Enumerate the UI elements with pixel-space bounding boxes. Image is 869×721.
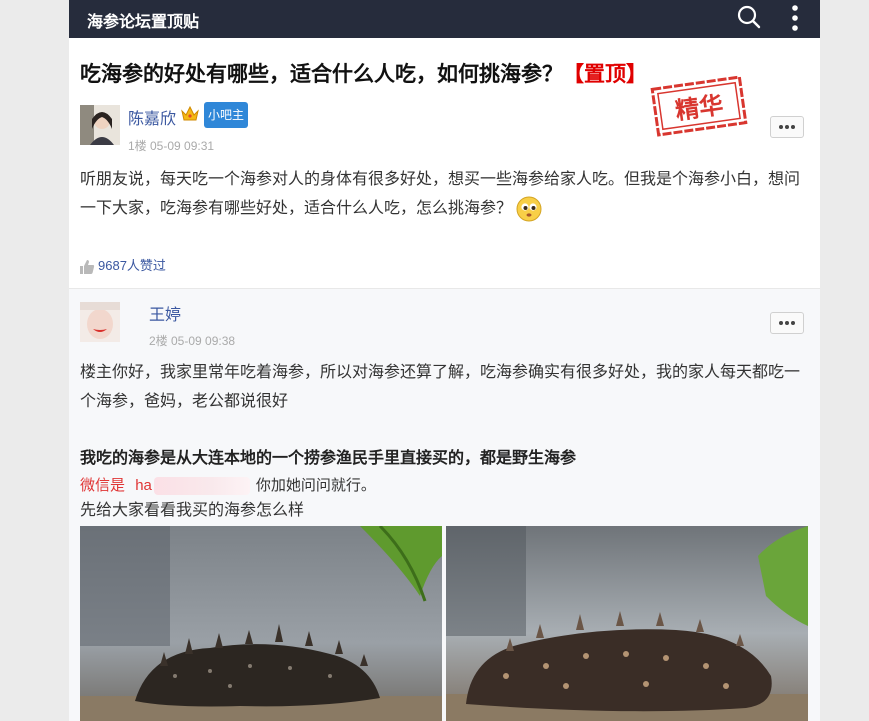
stamp-text: 精华 (674, 91, 725, 125)
pinned-tag: 【置顶】 (563, 63, 647, 86)
like-button[interactable]: 9687人赞过 (79, 255, 166, 275)
page: 海参论坛置顶贴 吃海参的好处有哪些，适合什么人吃，如何挑海参？【置顶】 精华 陈… (0, 0, 869, 721)
reply-body: 楼主你好，我家里常年吃着海参，所以对海参还算了解，吃海参确实有很多好处，我的家人… (80, 364, 801, 410)
post-body: 听朋友说，每天吃一个海参对人的身体有很多好处，想买一些海参给家人吃。但我是个海参… (80, 165, 810, 223)
forum-column: 海参论坛置顶贴 吃海参的好处有哪些，适合什么人吃，如何挑海参？【置顶】 精华 陈… (69, 0, 820, 721)
wechat-line: 微信是 ha 你加她问问就行。 (80, 474, 376, 496)
post-meta: 1楼 05-09 09:31 (128, 139, 215, 153)
sea-cucumber-photo[interactable] (446, 526, 808, 721)
likes-count: 9687人赞过 (98, 258, 166, 273)
avatar[interactable] (80, 302, 120, 342)
moderator-badge: 小吧主 (204, 102, 249, 128)
more-options-button[interactable] (770, 312, 804, 334)
more-vertical-icon[interactable] (784, 3, 806, 33)
post-meta: 2楼 05-09 09:38 (149, 334, 236, 348)
author-name[interactable]: 王婷 (149, 301, 181, 325)
wechat-id-partial: ha (135, 477, 152, 494)
author-name[interactable]: 陈嘉欣 (128, 105, 176, 129)
post-title-text: 吃海参的好处有哪些，适合什么人吃，如何挑海参？ (80, 63, 563, 86)
wechat-tail: 你加她问问就行。 (255, 477, 376, 494)
wechat-label: 微信是 (80, 477, 126, 494)
thumbs-up-icon (80, 259, 95, 274)
forum-title: 海参论坛置顶贴 (87, 14, 200, 31)
post-title: 吃海参的好处有哪些，适合什么人吃，如何挑海参？【置顶】 (80, 58, 647, 88)
top-bar: 海参论坛置顶贴 (69, 0, 820, 38)
more-options-button[interactable] (770, 116, 804, 138)
blurred-id (153, 477, 250, 496)
post-body-text: 听朋友说，每天吃一个海参对人的身体有很多好处，想买一些海参给家人吃。但我是个海参… (80, 171, 801, 217)
emoji-icon (516, 196, 542, 222)
search-icon[interactable] (736, 4, 762, 30)
crown-icon (180, 104, 200, 124)
reply-highlight: 我吃的海参是从大连本地的一个捞参渔民手里直接买的，都是野生海参 (80, 450, 577, 467)
photos-intro: 先给大家看看我买的海参怎么样 (80, 502, 305, 519)
avatar[interactable] (80, 105, 120, 145)
sea-cucumber-photo[interactable] (80, 526, 442, 721)
featured-stamp: 精华 (649, 74, 749, 139)
